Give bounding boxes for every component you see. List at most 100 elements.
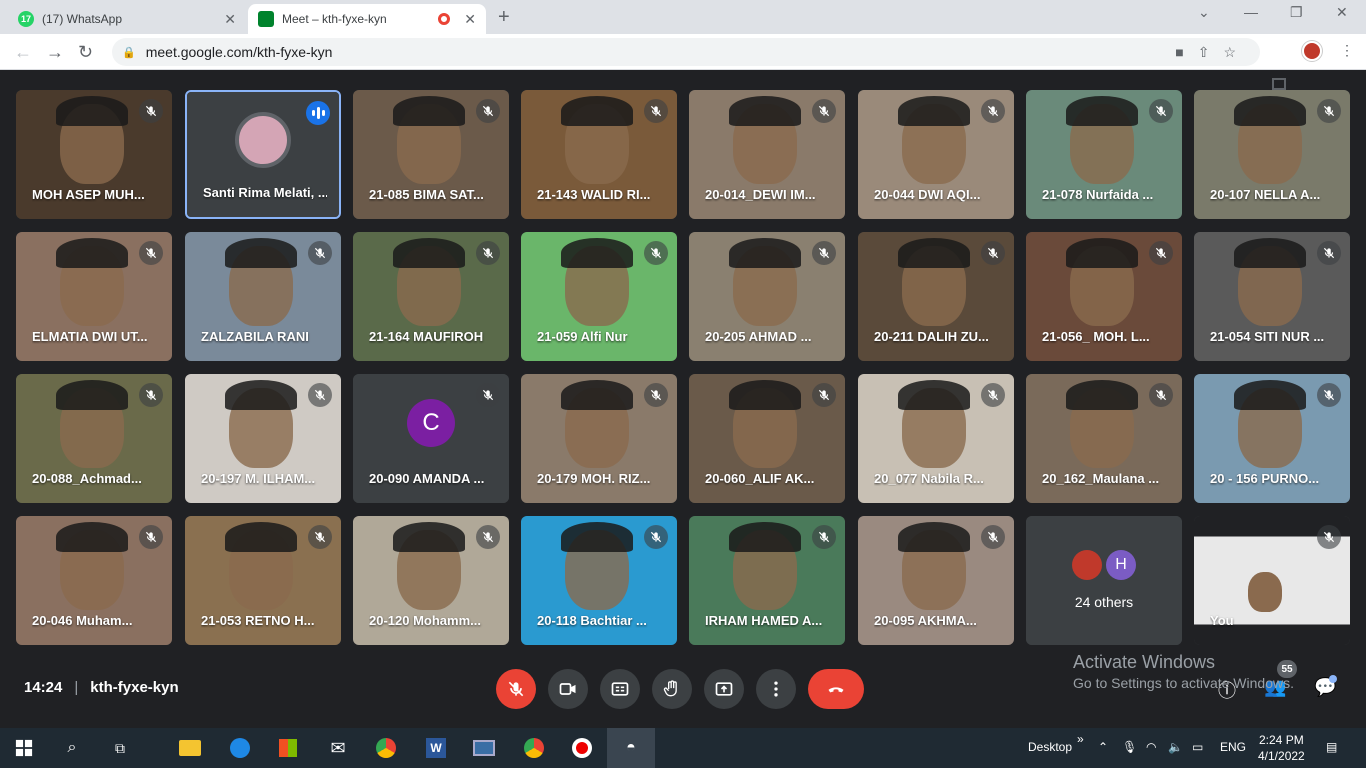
search-icon[interactable]: ⌕ [60, 736, 84, 760]
participant-tile[interactable]: 20-211 DALIH ZU... [858, 232, 1014, 361]
mic-muted-icon [476, 383, 500, 407]
mic-toggle-button[interactable] [496, 669, 536, 709]
participant-tile[interactable]: 20-107 NELLA A... [1194, 90, 1350, 219]
camera-toggle-button[interactable] [548, 669, 588, 709]
participant-tile[interactable]: ELMATIA DWI UT... [16, 232, 172, 361]
participant-tile[interactable]: 20-060_ALIF AK... [689, 374, 845, 503]
whatsapp-icon: 17 [18, 11, 34, 27]
app-window-icon[interactable] [472, 736, 496, 760]
file-explorer-icon[interactable] [178, 736, 202, 760]
participant-tile[interactable]: 21-056_ MOH. L... [1026, 232, 1182, 361]
start-button[interactable] [12, 736, 36, 760]
participant-tile[interactable]: 20-197 M. ILHAM... [185, 374, 341, 503]
share-icon[interactable]: ⇧ [1198, 44, 1224, 60]
meeting-time: 14:24 [24, 679, 63, 696]
participant-tile[interactable]: Santi Rima Melati, ... [185, 90, 341, 219]
close-window-button[interactable]: ✕ [1336, 4, 1348, 21]
participant-tile[interactable]: 21-078 Nurfaida ... [1026, 90, 1182, 219]
edge-icon[interactable] [228, 736, 252, 760]
self-tile[interactable]: You [1194, 516, 1350, 645]
participant-tile[interactable]: 21-085 BIMA SAT... [353, 90, 509, 219]
volume-icon[interactable]: 🔈 [1168, 740, 1183, 754]
mic-muted-icon [1317, 383, 1341, 407]
wifi-icon[interactable]: ◠ [1146, 740, 1156, 754]
mic-muted-icon [139, 241, 163, 265]
participant-tile[interactable]: 21-053 RETNO H... [185, 516, 341, 645]
tab-search-icon[interactable]: ⌄ [1198, 4, 1210, 21]
mic-muted-icon [812, 383, 836, 407]
screen-recorder-icon[interactable] [570, 736, 594, 760]
participant-name: 20-088_Achmad... [32, 471, 142, 486]
back-icon[interactable]: ← [14, 42, 32, 63]
hang-up-icon [828, 687, 844, 693]
battery-icon[interactable]: ▭ [1192, 740, 1203, 754]
participant-tile[interactable]: IRHAM HAMED A... [689, 516, 845, 645]
person-hair [561, 238, 633, 268]
more-options-button[interactable] [756, 669, 796, 709]
url-field[interactable]: 🔒 meet.google.com/kth-fyxe-kyn [112, 38, 1260, 66]
toolbar-expand-icon[interactable]: » [1077, 732, 1084, 746]
system-clock[interactable]: 2:24 PM 4/1/2022 [1258, 732, 1305, 764]
mic-muted-icon [644, 383, 668, 407]
participant-tile[interactable]: 20-014_DEWI IM... [689, 90, 845, 219]
desktop-toolbar-label[interactable]: Desktop [1028, 740, 1072, 754]
person-hair [56, 96, 128, 126]
show-hidden-icons[interactable]: ⌃ [1098, 740, 1108, 754]
participant-tile[interactable]: 20-205 AHMAD ... [689, 232, 845, 361]
side-panel-icon[interactable] [1272, 78, 1286, 90]
participant-tile[interactable]: 20_162_Maulana ... [1026, 374, 1182, 503]
participant-tile[interactable]: 20-088_Achmad... [16, 374, 172, 503]
windows-taskbar: ⌕ ⧉ ✉ W ◓ Desktop » ⌃ 🎙 ◠ 🔈 ▭ ENG 2:24 P… [0, 728, 1366, 768]
raise-hand-button[interactable] [652, 669, 692, 709]
profile-avatar[interactable] [1302, 41, 1322, 61]
captions-button[interactable] [600, 669, 640, 709]
participant-tile[interactable]: 20-179 MOH. RIZ... [521, 374, 677, 503]
participant-tile[interactable]: 20-095 AKHMA... [858, 516, 1014, 645]
word-icon[interactable]: W [424, 736, 448, 760]
participant-tile[interactable]: 20-046 Muham... [16, 516, 172, 645]
participant-tile[interactable]: 21-164 MAUFIROH [353, 232, 509, 361]
chrome-profile-icon[interactable] [522, 736, 546, 760]
browser-tab-bar: 17 (17) WhatsApp ✕ Meet – kth-fyxe-kyn ✕… [0, 0, 1366, 34]
participant-tile[interactable]: 20_077 Nabila R... [858, 374, 1014, 503]
participant-name: 20-205 AHMAD ... [705, 329, 812, 344]
tab-whatsapp[interactable]: 17 (17) WhatsApp ✕ [8, 4, 246, 34]
reload-icon[interactable]: ↻ [78, 42, 93, 63]
language-indicator[interactable]: ENG [1220, 740, 1246, 754]
participant-tile[interactable]: C 20-090 AMANDA ... [353, 374, 509, 503]
participant-name: MOH ASEP MUH... [32, 187, 145, 202]
camera-icon[interactable]: ■ [1175, 44, 1197, 60]
participant-tile[interactable]: 20-120 Mohamm... [353, 516, 509, 645]
star-icon[interactable]: ☆ [1223, 44, 1250, 60]
participant-tile[interactable]: 20-044 DWI AQI... [858, 90, 1014, 219]
participant-tile[interactable]: 21-059 Alfi Nur [521, 232, 677, 361]
mail-icon[interactable]: ✉ [326, 736, 350, 760]
notification-center-icon[interactable]: ▤ [1326, 740, 1337, 754]
present-button[interactable] [704, 669, 744, 709]
microphone-tray-icon[interactable]: 🎙 [1122, 740, 1137, 754]
task-view-icon[interactable]: ⧉ [108, 736, 132, 760]
participant-tile[interactable]: ZALZABILA RANI [185, 232, 341, 361]
others-tile[interactable]: H 24 others [1026, 516, 1182, 645]
close-tab-icon[interactable]: ✕ [224, 11, 236, 28]
tab-meet[interactable]: Meet – kth-fyxe-kyn ✕ [248, 4, 486, 34]
participant-name: ZALZABILA RANI [201, 329, 309, 344]
store-icon[interactable] [276, 736, 300, 760]
clock-date: 4/1/2022 [1258, 749, 1305, 763]
close-tab-icon[interactable]: ✕ [464, 11, 476, 28]
meeting-code: kth-fyxe-kyn [90, 679, 179, 696]
participant-tile[interactable]: 20-118 Bachtiar ... [521, 516, 677, 645]
participant-tile[interactable]: MOH ASEP MUH... [16, 90, 172, 219]
new-tab-button[interactable]: + [498, 6, 510, 29]
leave-call-button[interactable] [808, 669, 864, 709]
participant-tile[interactable]: 20 - 156 PURNO... [1194, 374, 1350, 503]
forward-icon[interactable]: → [46, 42, 64, 63]
participant-tile[interactable]: 21-054 SITI NUR ... [1194, 232, 1350, 361]
minimize-button[interactable]: — [1244, 4, 1258, 20]
camera-app-icon[interactable]: ◓ [619, 736, 643, 760]
restore-button[interactable]: ❐ [1290, 4, 1303, 21]
browser-menu-icon[interactable]: ⋮ [1340, 42, 1354, 59]
person-hair [1234, 238, 1306, 268]
participant-tile[interactable]: 21-143 WALID RI... [521, 90, 677, 219]
chrome-icon[interactable] [374, 736, 398, 760]
